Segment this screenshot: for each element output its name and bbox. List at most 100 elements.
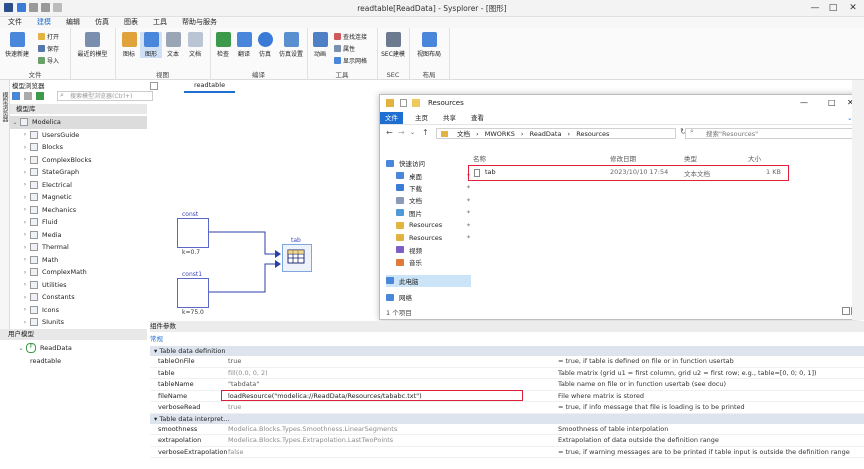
expand-icon[interactable]: › — [20, 219, 30, 226]
param-value[interactable]: Modelica.Blocks.Types.Extrapolation.Last… — [228, 435, 558, 446]
explorer-tab-view[interactable]: 查看 — [466, 112, 489, 124]
params-tab-general[interactable]: 常规 — [150, 333, 864, 345]
maximize-button[interactable]: □ — [826, 2, 840, 14]
file-row-tab[interactable]: tab 2023/10/10 17:54 文本文档 1 KB — [468, 165, 789, 181]
tree-item-readdata[interactable]: ⌄ P ReadData — [8, 342, 147, 355]
file-explorer-window[interactable]: Resources — □ ✕ 文件 主页 共享 查看 ⌄ ← → ⌄ ↑ 文档… — [379, 94, 860, 320]
menu-file[interactable]: 文件 — [6, 17, 24, 28]
section-table-data-definition[interactable]: ▾ Table data definition — [150, 346, 864, 356]
diagram-canvas[interactable]: const k=0.7 const1 k=75.0 tab — [150, 92, 378, 318]
menu-tools[interactable]: 工具 — [151, 17, 169, 28]
expand-icon[interactable]: › — [20, 269, 30, 276]
sidebar-item[interactable]: 网络 — [386, 291, 471, 303]
open-button[interactable]: 打开 — [38, 32, 59, 41]
tree-item[interactable]: › Electrical — [10, 179, 147, 192]
crumb-mworks[interactable]: MWORKS — [485, 130, 515, 138]
details-view-icon[interactable] — [842, 307, 850, 315]
crumb-readdata[interactable]: ReadData — [530, 130, 562, 138]
explorer-maximize-button[interactable]: □ — [828, 98, 836, 107]
save-button[interactable]: 保存 — [38, 44, 59, 53]
model-search-input[interactable]: 搜索模型浏览器(Ctrl+) — [57, 91, 153, 101]
menu-simulation[interactable]: 仿真 — [93, 17, 111, 28]
expand-icon[interactable]: › — [20, 256, 30, 263]
model-browser-vtab[interactable]: 模型浏览器 — [1, 92, 9, 122]
expand-icon[interactable]: ⌄ — [10, 119, 20, 126]
explorer-tab-file[interactable]: 文件 — [380, 112, 403, 124]
close-button[interactable]: ✕ — [846, 2, 860, 14]
pin-icon[interactable]: ✦ — [466, 222, 471, 229]
expand-icon[interactable]: › — [20, 181, 30, 188]
properties-button[interactable]: 属性 — [334, 44, 355, 53]
tree-item[interactable]: › Magnetic — [10, 191, 147, 204]
sidebar-item[interactable]: 视频 — [386, 244, 471, 256]
tree-item[interactable]: › StateGraph — [10, 166, 147, 179]
sidebar-item[interactable]: 下载 ✦ — [386, 182, 471, 194]
tab-block[interactable]: tab — [282, 237, 312, 272]
expand-icon[interactable]: › — [20, 281, 30, 288]
import-button[interactable]: 导入 — [38, 56, 59, 65]
right-scroll-strip[interactable] — [852, 80, 864, 320]
sec-modeling-button[interactable]: SEC建模 — [379, 32, 407, 58]
expand-icon[interactable]: › — [20, 194, 30, 201]
const-block[interactable]: const k=0.7 — [177, 211, 209, 256]
pin-icon[interactable]: ✦ — [466, 234, 471, 241]
translate-button[interactable]: 翻译 — [233, 32, 255, 58]
tab-menu-icon[interactable] — [150, 82, 158, 90]
col-type[interactable]: 类型 — [684, 153, 697, 163]
doc-view-button[interactable]: 文档 — [184, 32, 206, 58]
filter-icon[interactable] — [12, 92, 20, 100]
const1-block[interactable]: const1 k=75.0 — [177, 271, 209, 316]
tree-item[interactable]: › Thermal — [10, 241, 147, 254]
expand-icon[interactable]: › — [20, 306, 30, 313]
expand-icon[interactable]: ⌄ — [16, 345, 26, 352]
collapse-icon[interactable] — [24, 92, 32, 100]
sidebar-item[interactable]: 快速访问 — [386, 157, 471, 169]
tree-item[interactable]: › SIunits — [10, 316, 147, 329]
up-icon[interactable]: ↑ — [422, 128, 429, 137]
back-icon[interactable]: ← — [386, 128, 393, 137]
expand-icon[interactable]: › — [20, 244, 30, 251]
tree-item[interactable]: › Mechanics — [10, 204, 147, 217]
expand-icon[interactable]: › — [20, 156, 30, 163]
recent-models-button[interactable]: 最近的模型 — [75, 32, 110, 58]
expand-icon[interactable]: › — [20, 206, 30, 213]
param-value[interactable]: "tabdata" — [228, 379, 558, 390]
param-value[interactable]: fill(0.0, 0, 2) — [228, 368, 558, 379]
crumb-resources[interactable]: Resources — [576, 130, 609, 138]
sidebar-item[interactable]: Resources ✦ — [386, 231, 471, 243]
param-value[interactable]: Modelica.Blocks.Types.Smoothness.LinearS… — [228, 424, 558, 435]
explorer-tab-share[interactable]: 共享 — [438, 112, 461, 124]
menu-edit[interactable]: 编辑 — [64, 17, 82, 28]
expand-icon[interactable]: › — [20, 231, 30, 238]
sidebar-item[interactable]: 图片 ✦ — [386, 207, 471, 219]
expand-icon[interactable]: › — [20, 319, 30, 326]
minimize-button[interactable]: — — [808, 2, 822, 14]
check-button[interactable]: 检查 — [212, 32, 234, 58]
menu-help[interactable]: 帮助与服务 — [180, 17, 219, 28]
expand-icon[interactable]: › — [20, 169, 30, 176]
view-layout-button[interactable]: 视图布局 — [413, 32, 445, 58]
tree-item[interactable]: › Utilities — [10, 279, 147, 292]
tree-item[interactable]: › Fluid — [10, 216, 147, 229]
tree-item[interactable]: › Blocks — [10, 141, 147, 154]
section-table-data-interpretation[interactable]: ▾ Table data interpret... — [150, 413, 864, 424]
param-value[interactable]: true — [228, 356, 558, 367]
tree-item[interactable]: › ComplexBlocks — [10, 154, 147, 167]
tree-item[interactable]: › Media — [10, 229, 147, 242]
find-connection-button[interactable]: 查找连接 — [334, 32, 367, 41]
quick-new-button[interactable]: 快速新建 — [3, 32, 31, 58]
expand-icon[interactable]: › — [20, 294, 30, 301]
explorer-tab-home[interactable]: 主页 — [410, 112, 433, 124]
col-date[interactable]: 修改日期 — [610, 153, 636, 163]
refresh-icon[interactable] — [36, 92, 44, 100]
sidebar-item[interactable]: 音乐 — [386, 256, 471, 268]
expand-icon[interactable]: › — [20, 131, 30, 138]
expand-icon[interactable]: › — [20, 144, 30, 151]
explorer-search-input[interactable]: 搜索"Resources" — [685, 128, 853, 139]
sidebar-item[interactable]: 文档 ✦ — [386, 194, 471, 206]
sidebar-item[interactable]: 此电脑 — [386, 274, 471, 287]
pin-icon[interactable]: ✦ — [466, 184, 471, 191]
new-folder-icon[interactable] — [412, 99, 420, 107]
simulate-button[interactable]: 仿真 — [254, 32, 276, 58]
text-view-button[interactable]: 文本 — [162, 32, 184, 58]
